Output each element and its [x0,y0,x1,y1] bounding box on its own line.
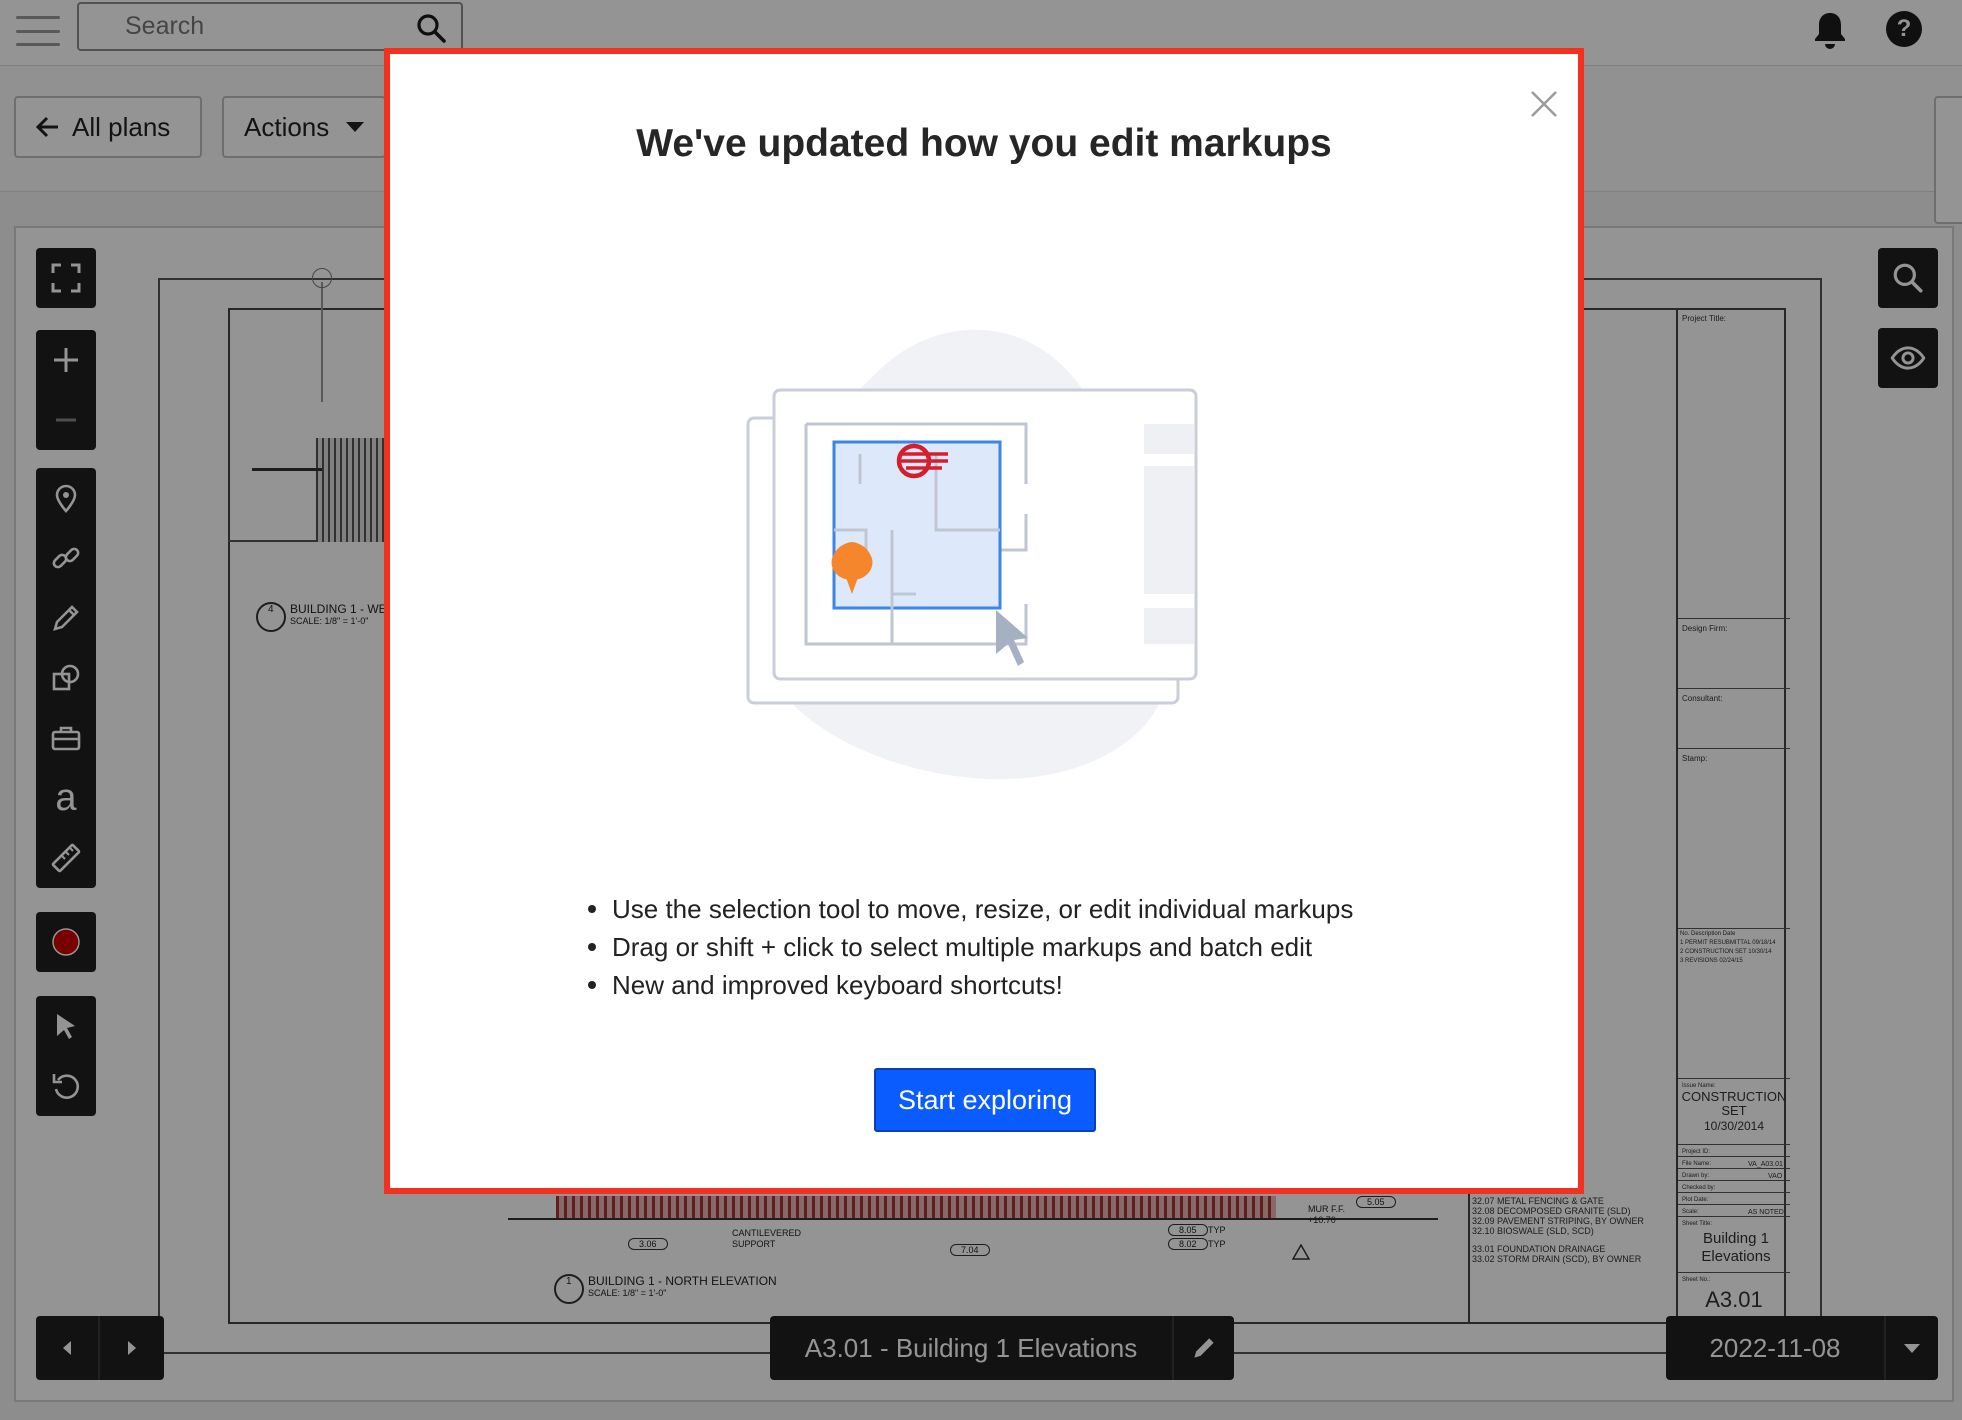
markup-illustration [746,329,1198,780]
dialog-title: We've updated how you edit markups [636,122,1332,165]
markup-update-dialog: We've updated how you edit markups Use t… [384,48,1584,1194]
feature-list: Use the selection tool to move, resize, … [582,890,1382,1004]
close-icon[interactable] [1524,84,1564,124]
start-exploring-button[interactable]: Start exploring [874,1068,1096,1132]
feature-item: New and improved keyboard shortcuts! [582,966,1382,1004]
feature-item: Drag or shift + click to select multiple… [582,928,1382,966]
feature-item: Use the selection tool to move, resize, … [582,890,1382,928]
